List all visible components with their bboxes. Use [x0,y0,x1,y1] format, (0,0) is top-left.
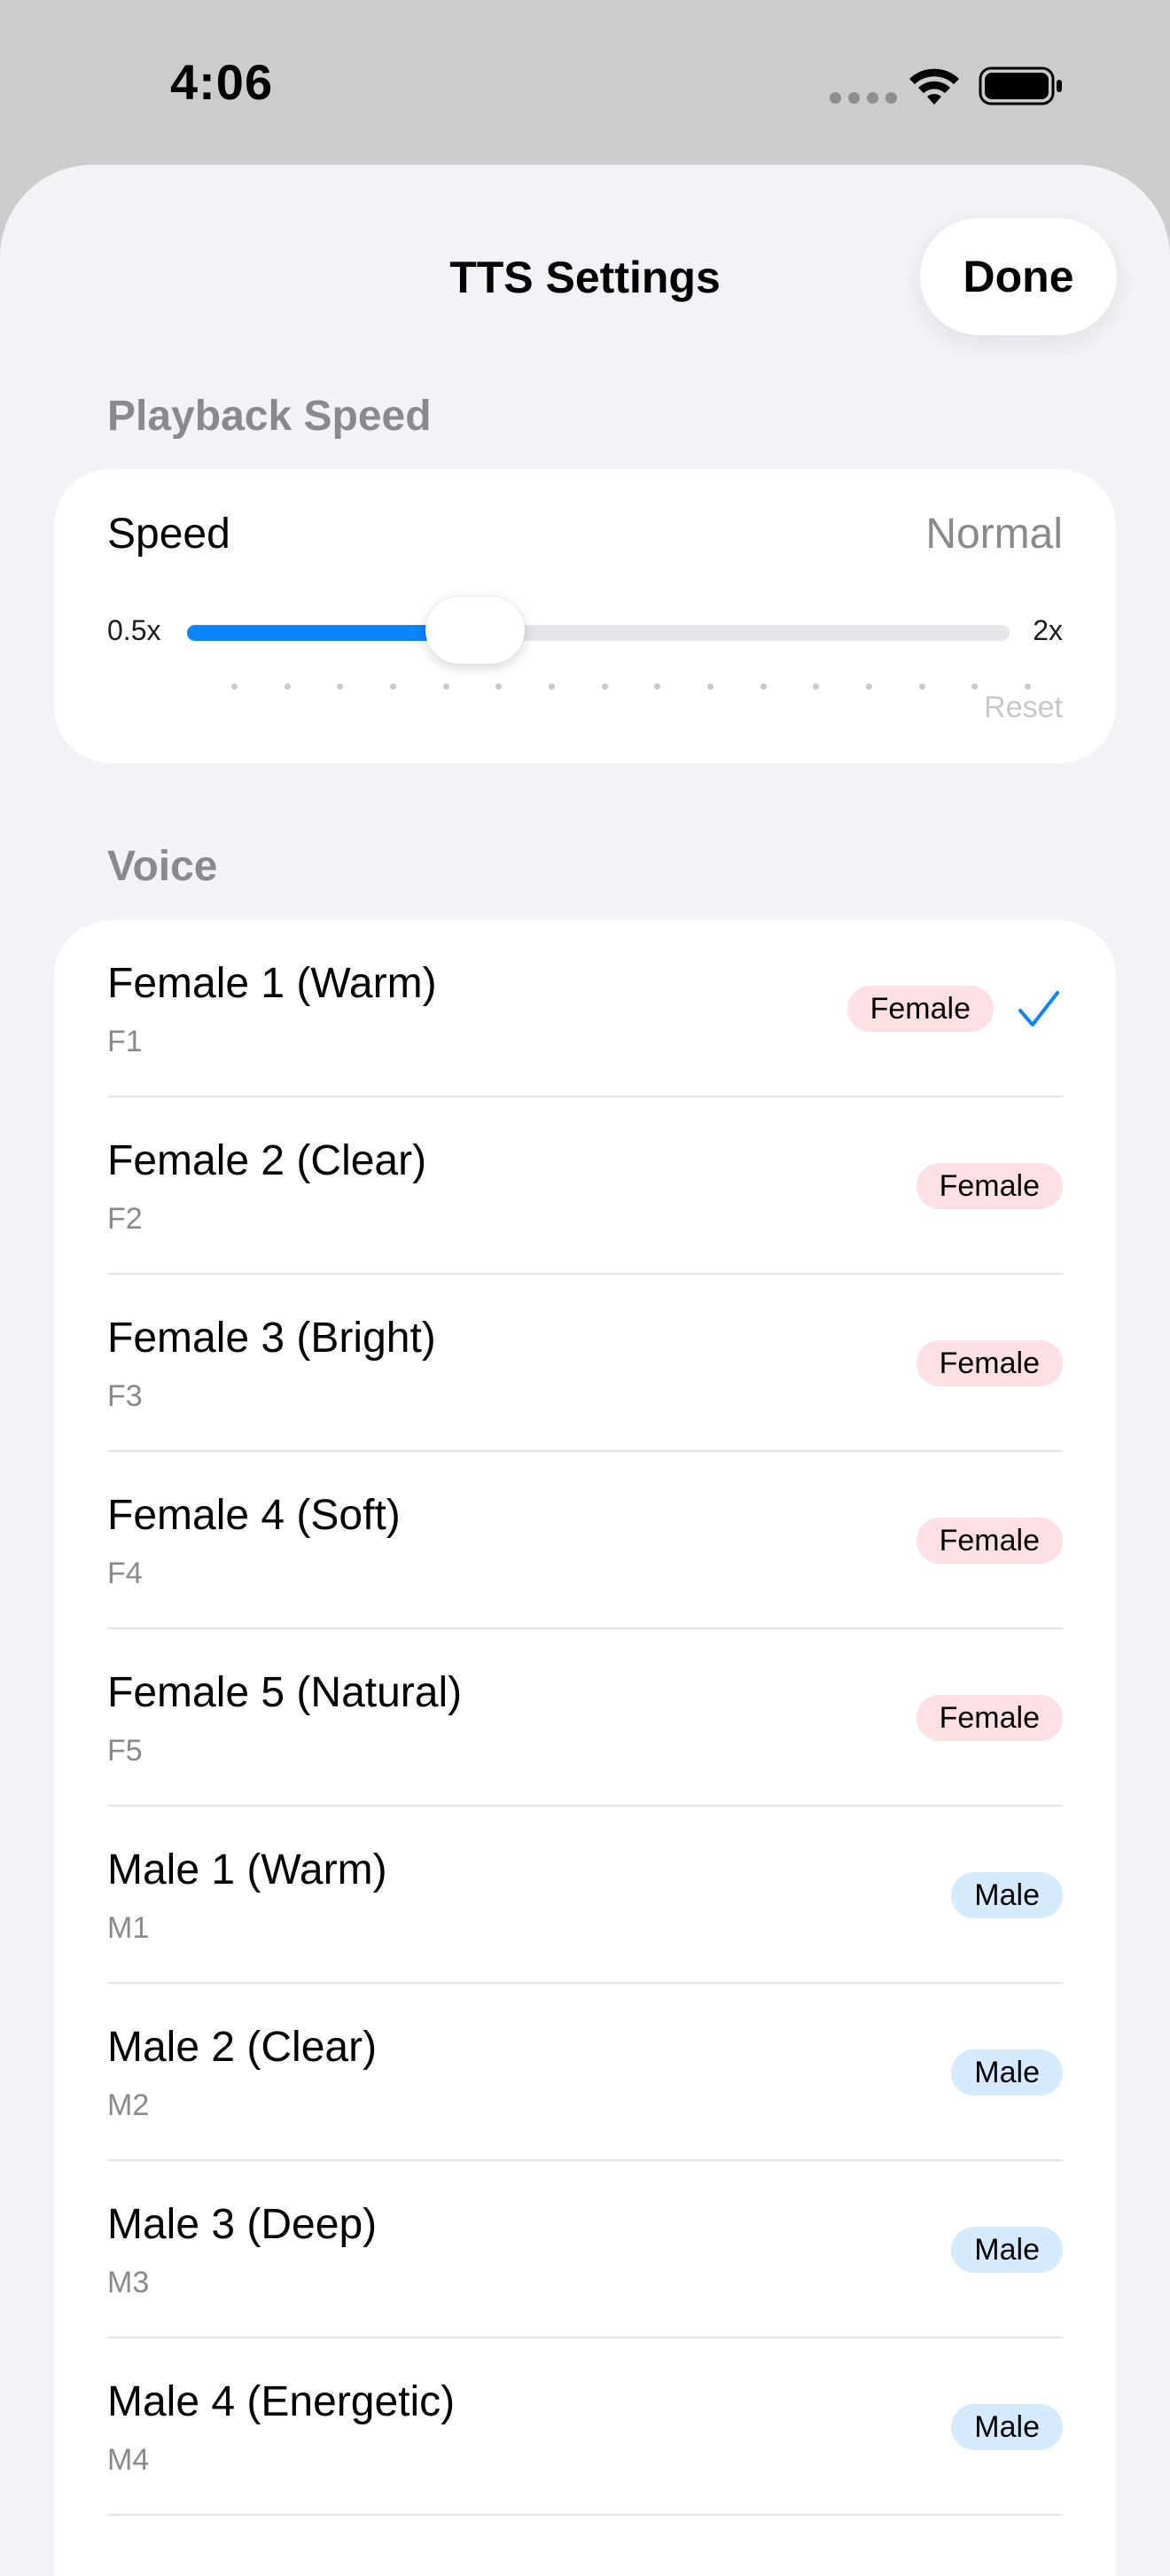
status-time: 4:06 [170,54,274,110]
speed-slider-track[interactable] [187,625,1010,641]
status-bar: 4:06 [0,0,1170,165]
done-button[interactable]: Done [920,218,1117,335]
voice-name: Female 3 (Bright) [107,1315,436,1362]
voice-name: Female 5 (Natural) [107,1669,463,1716]
voice-option-f5[interactable]: Female 5 (Natural) F5 Female [107,1629,1063,1807]
speed-value: Normal [925,511,1063,558]
voice-list-card: Female 1 (Warm) F1 Female Female 2 (Clear) F… [54,920,1116,2576]
battery-icon [979,66,1062,105]
gender-badge: Female [846,986,994,1032]
row-divider [107,2514,1063,2516]
speed-min-label: 0.5x [107,614,161,646]
voice-option-f4[interactable]: Female 4 (Soft) F4 Female [107,1452,1063,1629]
voice-option-f2[interactable]: Female 2 (Clear) F2 Female [107,1097,1063,1275]
settings-sheet: TTS Settings Done Playback Speed Speed N… [0,165,1170,2576]
cellular-dots-icon [830,92,897,104]
speed-tick-marks [231,683,1031,690]
reset-button[interactable]: Reset [984,691,1063,725]
voice-code: M2 [107,2088,150,2122]
gender-badge: Male [951,2404,1063,2450]
voice-code: M1 [107,1911,150,1945]
voice-option-m1[interactable]: Male 1 (Warm) M1 Male [107,1807,1063,1984]
checkmark-icon [1018,991,1059,1026]
voice-option-m4[interactable]: Male 4 (Energetic) M4 Male [107,2338,1063,2516]
voice-code: F1 [107,1025,143,1058]
gender-badge: Female [916,1163,1063,1209]
wifi-icon [909,68,959,105]
gender-badge: Male [951,2049,1063,2096]
voice-name: Male 2 (Clear) [107,2024,378,2071]
voice-code: F2 [107,1202,143,1236]
voice-name: Female 1 (Warm) [107,960,437,1007]
gender-badge: Male [951,1872,1063,1918]
speed-card: Speed Normal 0.5x 2x Reset [54,469,1116,763]
voice-name: Male 3 (Deep) [107,2201,378,2248]
speed-label: Speed [107,511,230,558]
voice-name: Female 4 (Soft) [107,1492,401,1539]
gender-badge: Female [916,1518,1063,1564]
gender-badge: Female [916,1340,1063,1386]
voice-code: F4 [107,1557,143,1590]
voice-option-f3[interactable]: Female 3 (Bright) F3 Female [107,1275,1063,1452]
voice-name: Male 4 (Energetic) [107,2378,456,2425]
voice-code: M3 [107,2266,150,2299]
gender-badge: Male [951,2227,1063,2273]
playback-speed-header: Playback Speed [107,393,432,440]
voice-code: F3 [107,1379,143,1413]
voice-code: F5 [107,1734,143,1768]
speed-max-label: 2x [1033,614,1063,646]
voice-code: M4 [107,2443,150,2477]
speed-slider-thumb[interactable] [425,597,525,664]
voice-option-m3[interactable]: Male 3 (Deep) M3 Male [107,2161,1063,2338]
gender-badge: Female [916,1695,1063,1741]
voice-name: Male 1 (Warm) [107,1846,387,1893]
voice-option-f1[interactable]: Female 1 (Warm) F1 Female [107,920,1063,1097]
voice-header: Voice [107,843,218,890]
voice-option-m2[interactable]: Male 2 (Clear) M2 Male [107,1984,1063,2161]
voice-name: Female 2 (Clear) [107,1137,427,1184]
